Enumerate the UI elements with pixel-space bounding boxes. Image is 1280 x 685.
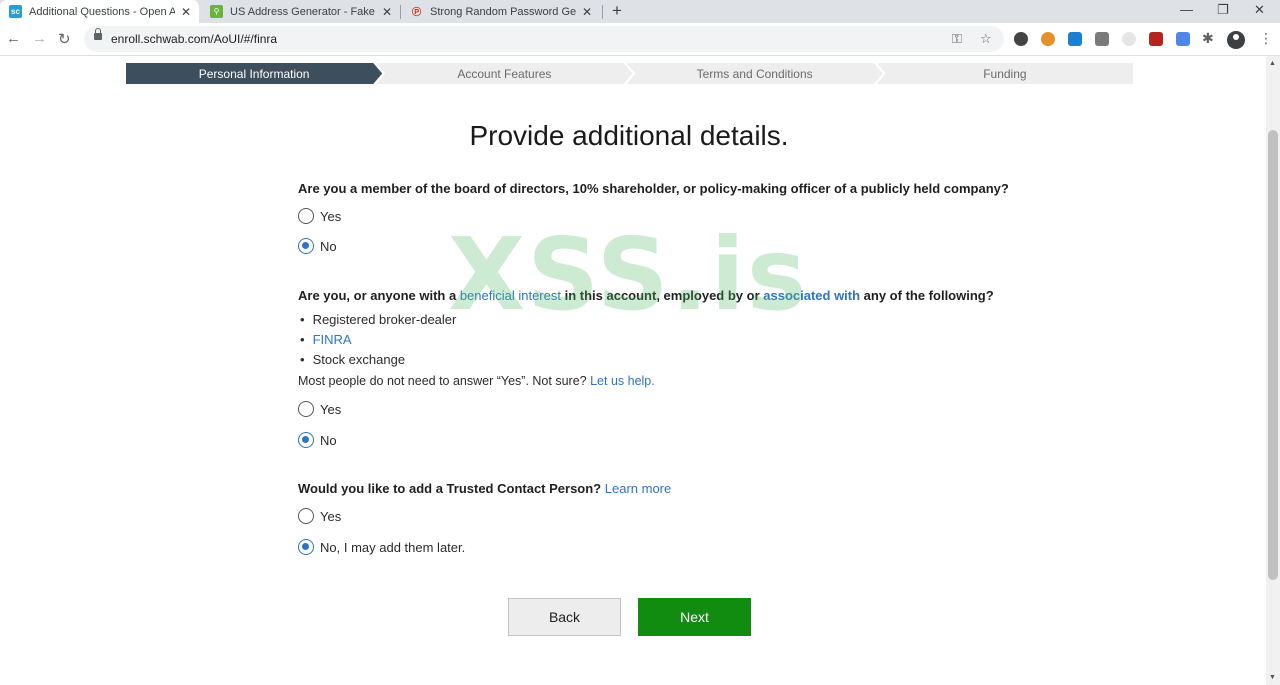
profile-avatar-icon[interactable]	[1227, 31, 1245, 49]
let-us-help-link[interactable]: Let us help.	[590, 374, 655, 388]
extensions-puzzle-icon[interactable]: ✱	[1202, 30, 1214, 47]
extension-translate-icon[interactable]	[1176, 32, 1190, 46]
extension-shield-icon[interactable]	[1149, 32, 1163, 46]
forward-arrow-icon[interactable]: →	[32, 30, 47, 47]
tab-address-generator[interactable]: ⚲ US Address Generator - Fake Ad ✕	[201, 0, 399, 23]
question-text: in this account, employed by or	[560, 288, 764, 303]
page-viewport: Personal Information Account Features Te…	[0, 56, 1266, 685]
radio-label: No	[320, 238, 337, 254]
list-item: Stock exchange	[300, 350, 456, 370]
close-tab-icon[interactable]: ✕	[181, 5, 191, 19]
tab-label: Additional Questions - Open Acc	[29, 5, 175, 18]
extension-s-icon[interactable]	[1068, 32, 1082, 46]
list-item: FINRA	[300, 330, 456, 350]
next-button[interactable]: Next	[638, 598, 751, 636]
radio-button-selected[interactable]	[298, 238, 314, 254]
lock-icon	[94, 28, 102, 40]
address-bar[interactable]: enroll.schwab.com/AoUI/#/finra ⚿ ☆	[84, 26, 1004, 52]
key-icon[interactable]: ⚿	[952, 31, 962, 47]
question-text: Would you like to add a Trusted Contact …	[298, 481, 602, 496]
tab-label: Strong Random Password Gener	[430, 5, 576, 18]
question-trusted-contact: Would you like to add a Trusted Contact …	[298, 481, 671, 496]
beneficial-interest-link[interactable]: beneficial interest	[460, 288, 561, 303]
radio-button-selected[interactable]	[298, 432, 314, 448]
extension-plane-icon[interactable]	[1095, 32, 1109, 46]
associated-with-link[interactable]: associated with	[763, 288, 860, 303]
url-text: enroll.schwab.com/AoUI/#/finra	[111, 32, 278, 46]
tab-separator	[602, 5, 603, 19]
minimize-icon[interactable]: —	[1180, 2, 1193, 17]
step-personal-information: Personal Information	[126, 63, 382, 84]
tab-label: US Address Generator - Fake Ad	[230, 5, 376, 18]
q1-option-no[interactable]: No	[298, 238, 337, 254]
q2-option-no[interactable]: No	[298, 432, 337, 448]
tab-additional-questions[interactable]: sc Additional Questions - Open Acc ✕	[0, 0, 199, 23]
more-menu-icon[interactable]: ⋮	[1259, 30, 1273, 47]
list-item: Registered broker-dealer	[300, 310, 457, 330]
back-arrow-icon[interactable]: ←	[6, 30, 21, 47]
learn-more-link[interactable]: Learn more	[605, 481, 671, 496]
restore-icon[interactable]: ❐	[1217, 2, 1229, 18]
radio-label: No, I may add them later.	[320, 539, 466, 555]
scroll-down-icon[interactable]: ▼	[1269, 674, 1276, 681]
progress-stepper: Personal Information Account Features Te…	[126, 63, 1133, 84]
radio-label: Yes	[320, 208, 342, 224]
extension-target-icon[interactable]	[1014, 32, 1028, 46]
schwab-icon: sc	[9, 5, 22, 18]
radio-button-selected[interactable]	[298, 539, 314, 555]
q1-option-yes[interactable]: Yes	[298, 208, 341, 224]
reload-icon[interactable]: ↻	[58, 30, 71, 48]
close-window-icon[interactable]: ✕	[1254, 2, 1265, 18]
password-generator-icon: ℗	[411, 4, 422, 19]
radio-label: No	[320, 432, 337, 448]
step-account-features: Account Features	[376, 63, 632, 84]
scroll-up-icon[interactable]: ▲	[1269, 60, 1276, 67]
tab-strip: sc Additional Questions - Open Acc ✕ ⚲ U…	[0, 0, 1280, 23]
star-icon[interactable]: ☆	[980, 31, 992, 47]
question-text: any of the following?	[860, 288, 994, 303]
step-funding: Funding	[876, 63, 1133, 84]
scrollbar-thumb[interactable]	[1268, 130, 1278, 580]
tab-password-generator[interactable]: ℗ Strong Random Password Gener ✕	[401, 0, 601, 23]
question-finra-affiliation: Are you, or anyone with a beneficial int…	[298, 288, 994, 303]
back-button[interactable]: Back	[508, 598, 621, 636]
extension-circle-icon[interactable]	[1122, 32, 1136, 46]
close-tab-icon[interactable]: ✕	[382, 5, 392, 19]
extension-cookie-icon[interactable]	[1041, 32, 1055, 46]
help-note-text: Most people do not need to answer “Yes”.…	[298, 374, 587, 388]
affiliation-list: Registered broker-dealer FINRA Stock exc…	[300, 310, 457, 370]
question-board-member: Are you a member of the board of directo…	[298, 181, 1009, 196]
radio-button[interactable]	[298, 508, 314, 524]
finra-link[interactable]: FINRA	[313, 332, 352, 347]
address-generator-icon: ⚲	[210, 5, 223, 18]
radio-button[interactable]	[298, 208, 314, 224]
new-tab-icon[interactable]: +	[612, 1, 622, 21]
browser-toolbar: ← → ↻ enroll.schwab.com/AoUI/#/finra ⚿ ☆…	[0, 23, 1280, 56]
q2-option-yes[interactable]: Yes	[298, 401, 341, 417]
radio-label: Yes	[320, 401, 342, 417]
page-title: Provide additional details.	[469, 120, 789, 151]
q3-option-yes[interactable]: Yes	[298, 508, 341, 524]
page-scrollbar[interactable]: ▲ ▼	[1266, 56, 1280, 685]
q3-option-no-later[interactable]: No, I may add them later.	[298, 539, 465, 555]
close-tab-icon[interactable]: ✕	[582, 5, 592, 19]
help-note: Most people do not need to answer “Yes”.…	[298, 374, 655, 388]
radio-label: Yes	[320, 508, 342, 524]
watermark: XSS.is	[448, 216, 809, 333]
step-terms-and-conditions: Terms and Conditions	[627, 63, 883, 84]
radio-button[interactable]	[298, 401, 314, 417]
question-text: Are you, or anyone with a	[298, 288, 460, 303]
